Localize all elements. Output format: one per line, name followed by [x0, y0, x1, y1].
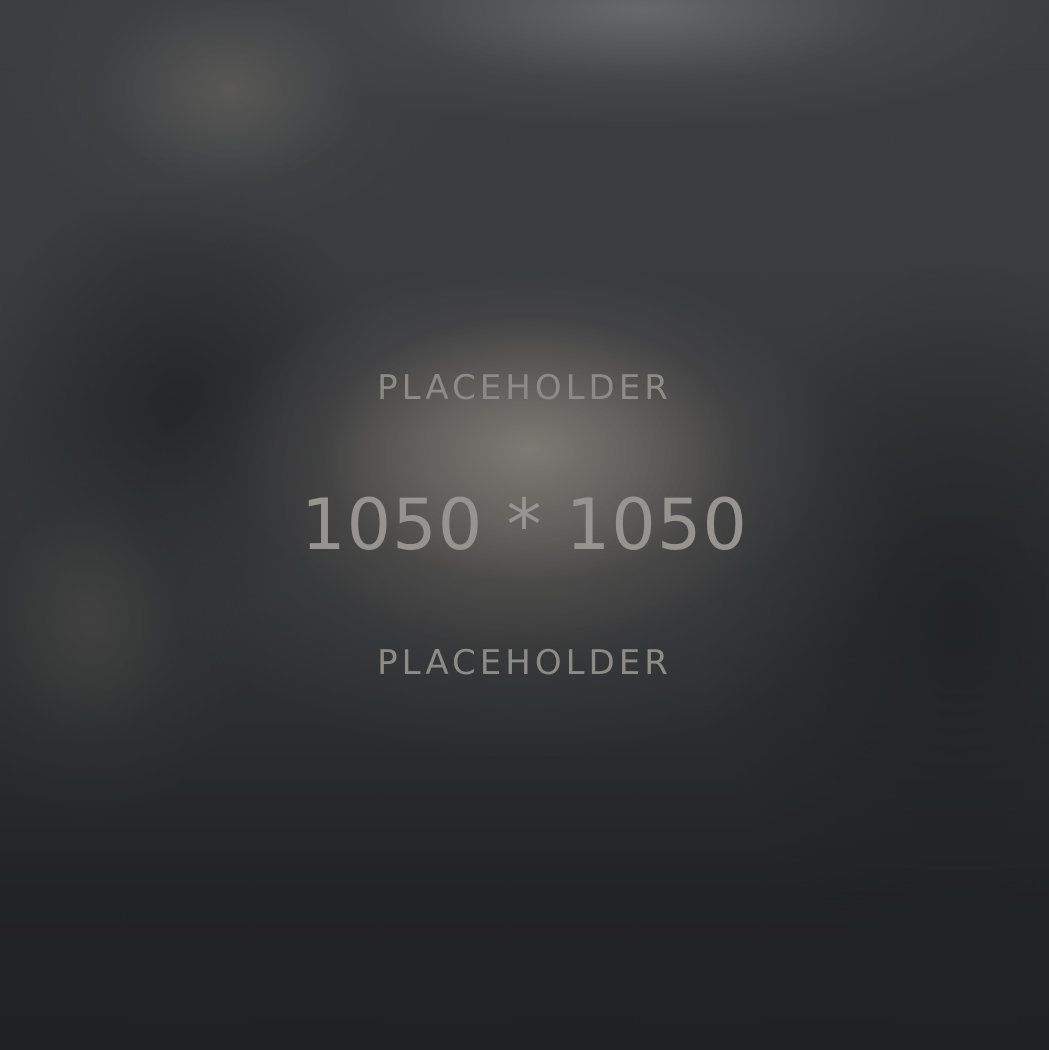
placeholder-image: PLACEHOLDER 1050 * 1050 PLACEHOLDER [0, 0, 1049, 1050]
placeholder-label-top: PLACEHOLDER [377, 368, 672, 408]
placeholder-label-bottom: PLACEHOLDER [377, 643, 672, 683]
placeholder-dimensions: 1050 * 1050 [301, 484, 748, 566]
